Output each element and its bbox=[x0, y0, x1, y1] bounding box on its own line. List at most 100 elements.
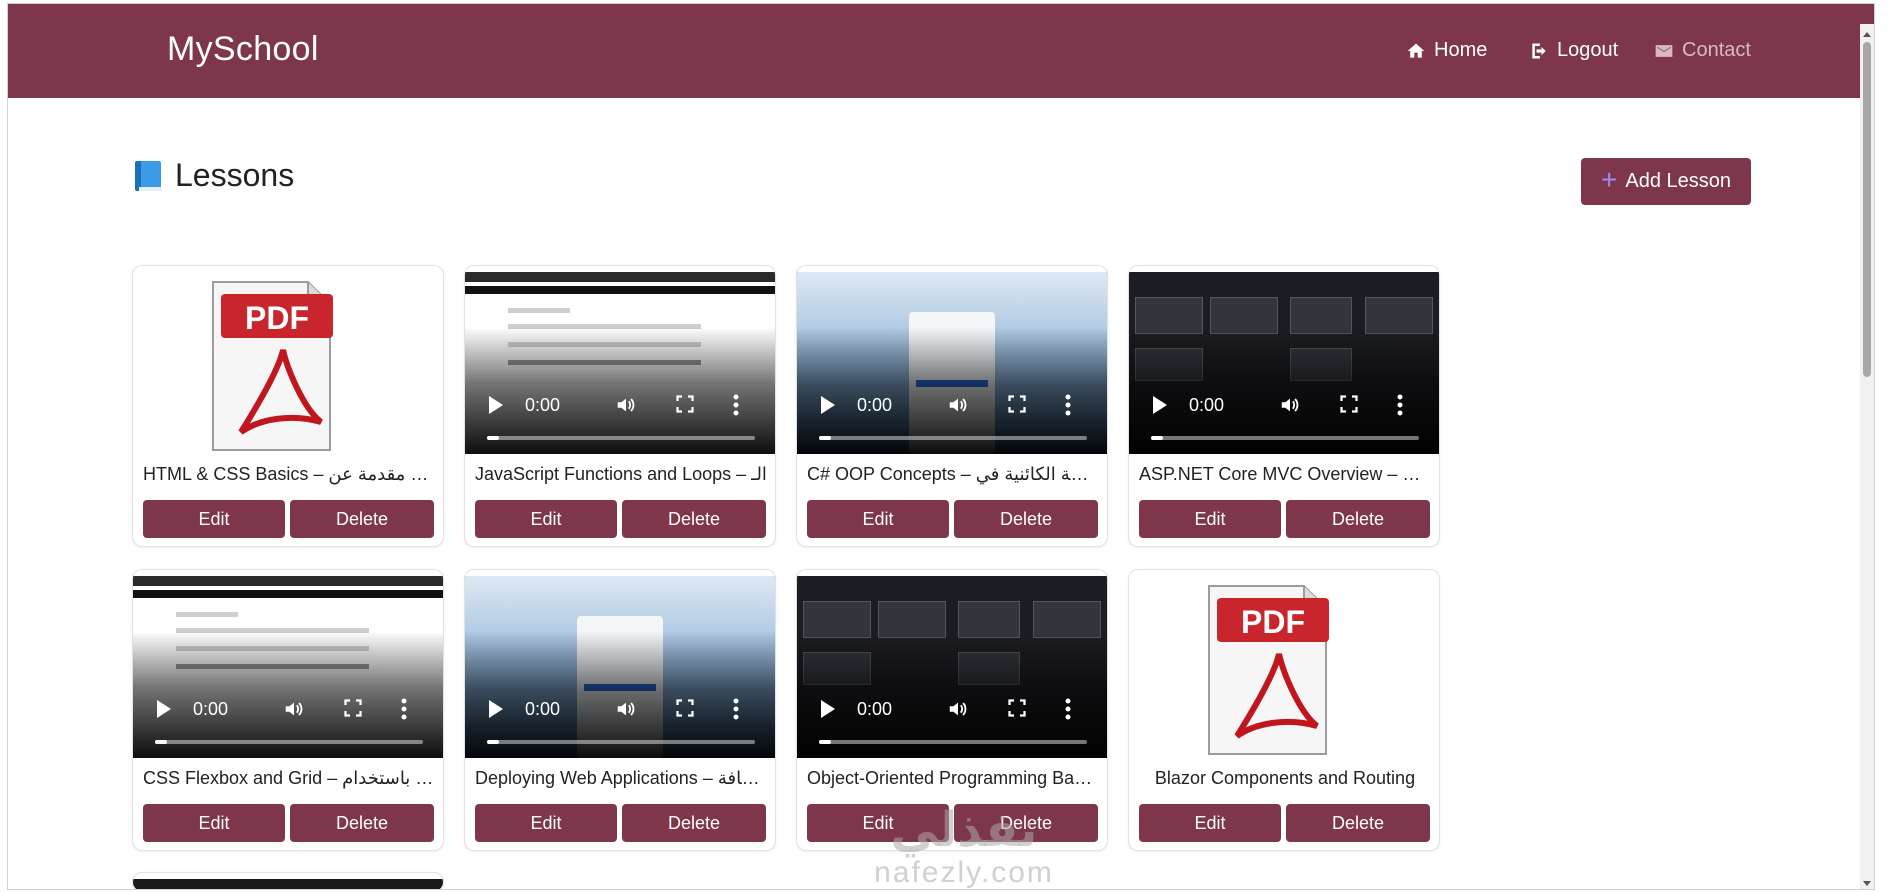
volume-icon[interactable] bbox=[615, 698, 637, 720]
video-controls: 0:00 bbox=[133, 678, 443, 758]
logout-icon bbox=[1532, 43, 1546, 58]
scrollbar-thumb[interactable] bbox=[1863, 42, 1871, 377]
video-player[interactable]: 0:00 bbox=[465, 272, 775, 454]
play-icon[interactable] bbox=[1153, 396, 1167, 414]
lesson-card: 0:00 Deploying Web Applications – استضاف… bbox=[464, 569, 776, 851]
watermark-latin: nafezly.com bbox=[874, 856, 1054, 889]
book-icon bbox=[135, 160, 161, 191]
video-player[interactable]: 0:00 bbox=[797, 576, 1107, 758]
browser-viewport: MySchool Home Logout Contact Lessons + A… bbox=[7, 3, 1875, 890]
more-options-icon[interactable] bbox=[1065, 698, 1071, 720]
video-progress-bar[interactable] bbox=[487, 740, 755, 744]
lesson-card: 0:00 JavaScript Functions and Loops – ال… bbox=[464, 265, 776, 547]
delete-button[interactable]: Delete bbox=[622, 804, 766, 842]
edit-button[interactable]: Edit bbox=[143, 804, 285, 842]
svg-text:PDF: PDF bbox=[1241, 604, 1305, 640]
scroll-up-icon[interactable] bbox=[1863, 32, 1871, 37]
volume-icon[interactable] bbox=[947, 698, 969, 720]
pdf-icon: PDF bbox=[1208, 585, 1329, 755]
video-time: 0:00 bbox=[525, 395, 561, 415]
lesson-title: CSS Flexbox and Grid – صفحة باستخدام bbox=[143, 768, 435, 788]
nav-logout[interactable]: Logout bbox=[1529, 39, 1618, 62]
fullscreen-icon[interactable] bbox=[1340, 395, 1358, 413]
video-controls: 0:00 bbox=[797, 678, 1107, 758]
add-lesson-label: Add Lesson bbox=[1625, 170, 1731, 192]
volume-icon[interactable] bbox=[283, 698, 305, 720]
lesson-title: Blazor Components and Routing bbox=[1154, 768, 1416, 788]
pdf-preview[interactable]: PDF bbox=[1129, 576, 1439, 758]
play-icon[interactable] bbox=[821, 396, 835, 414]
more-options-icon[interactable] bbox=[733, 698, 739, 720]
brand-logo[interactable]: MySchool bbox=[167, 30, 319, 69]
pdf-icon: PDF bbox=[212, 281, 333, 451]
lesson-card: 0:00 ASP.NET Core MVC Overview – مشروع E… bbox=[1128, 265, 1440, 547]
add-lesson-button[interactable]: + Add Lesson bbox=[1581, 158, 1751, 205]
vertical-scrollbar[interactable] bbox=[1860, 24, 1874, 889]
page-header: Lessons bbox=[135, 157, 294, 194]
edit-button[interactable]: Edit bbox=[475, 804, 617, 842]
more-options-icon[interactable] bbox=[401, 698, 407, 720]
edit-button[interactable]: Edit bbox=[807, 500, 949, 538]
edit-button[interactable]: Edit bbox=[475, 500, 617, 538]
play-icon[interactable] bbox=[489, 396, 503, 414]
plus-icon: + bbox=[1601, 164, 1618, 195]
fullscreen-icon[interactable] bbox=[1008, 699, 1026, 717]
volume-icon[interactable] bbox=[615, 394, 637, 416]
lesson-card bbox=[132, 872, 444, 889]
video-time: 0:00 bbox=[1189, 395, 1225, 415]
edit-button[interactable]: Edit bbox=[1139, 500, 1281, 538]
lesson-title: ASP.NET Core MVC Overview – مشروع bbox=[1139, 464, 1431, 484]
volume-icon[interactable] bbox=[1279, 394, 1301, 416]
video-progress-bar[interactable] bbox=[155, 740, 423, 744]
lesson-title: JavaScript Functions and Loops – الـ bbox=[475, 464, 767, 484]
more-options-icon[interactable] bbox=[1065, 394, 1071, 416]
video-progress-bar[interactable] bbox=[819, 436, 1087, 440]
delete-button[interactable]: Delete bbox=[954, 500, 1098, 538]
play-icon[interactable] bbox=[157, 700, 171, 718]
delete-button[interactable]: Delete bbox=[1286, 804, 1430, 842]
delete-button[interactable]: Delete bbox=[290, 804, 434, 842]
fullscreen-icon[interactable] bbox=[344, 699, 362, 717]
lesson-title: HTML & CSS Basics – مقدمة عن HTML bbox=[143, 464, 435, 484]
nav-logout-label: Logout bbox=[1557, 39, 1619, 61]
scroll-down-icon[interactable] bbox=[1863, 881, 1871, 886]
lesson-card: 0:00 Object-Oriented Programming Basics … bbox=[796, 569, 1108, 851]
lesson-card: PDF Blazor Components and Routing Edit D… bbox=[1128, 569, 1440, 851]
svg-text:PDF: PDF bbox=[245, 300, 309, 336]
pdf-preview[interactable]: PDF bbox=[133, 272, 443, 454]
video-progress-bar[interactable] bbox=[487, 436, 755, 440]
video-player[interactable]: 0:00 bbox=[1129, 272, 1439, 454]
fullscreen-icon[interactable] bbox=[676, 699, 694, 717]
edit-button[interactable]: Edit bbox=[807, 804, 949, 842]
nav-home[interactable]: Home bbox=[1406, 39, 1487, 62]
nav-contact[interactable]: Contact bbox=[1654, 39, 1751, 62]
envelope-icon bbox=[1655, 44, 1673, 57]
edit-button[interactable]: Edit bbox=[1139, 804, 1281, 842]
delete-button[interactable]: Delete bbox=[622, 500, 766, 538]
play-icon[interactable] bbox=[489, 700, 503, 718]
nav-contact-label: Contact bbox=[1682, 39, 1751, 61]
video-progress-bar[interactable] bbox=[819, 740, 1087, 744]
volume-icon[interactable] bbox=[947, 394, 969, 416]
video-controls: 0:00 bbox=[797, 374, 1107, 454]
fullscreen-icon[interactable] bbox=[1008, 395, 1026, 413]
edit-button[interactable]: Edit bbox=[143, 500, 285, 538]
lesson-title: Deploying Web Applications – استضافة bbox=[475, 768, 767, 788]
page-title: Lessons bbox=[175, 157, 295, 193]
video-controls: 0:00 bbox=[1129, 374, 1439, 454]
delete-button[interactable]: Delete bbox=[290, 500, 434, 538]
video-player[interactable]: 0:00 bbox=[797, 272, 1107, 454]
play-icon[interactable] bbox=[821, 700, 835, 718]
more-options-icon[interactable] bbox=[733, 394, 739, 416]
lesson-title: Object-Oriented Programming Basics bbox=[807, 768, 1099, 788]
delete-button[interactable]: Delete bbox=[954, 804, 1098, 842]
lesson-title: C# OOP Concepts – البرمجة الكائنية في bbox=[807, 464, 1099, 484]
video-progress-bar[interactable] bbox=[1151, 436, 1419, 440]
more-options-icon[interactable] bbox=[1397, 394, 1403, 416]
nav-home-label: Home bbox=[1434, 39, 1488, 61]
lesson-card: PDF HTML & CSS Basics – مقدمة عن HTML Ed… bbox=[132, 265, 444, 547]
fullscreen-icon[interactable] bbox=[676, 395, 694, 413]
video-player[interactable]: 0:00 bbox=[465, 576, 775, 758]
delete-button[interactable]: Delete bbox=[1286, 500, 1430, 538]
video-player[interactable]: 0:00 bbox=[133, 576, 443, 758]
